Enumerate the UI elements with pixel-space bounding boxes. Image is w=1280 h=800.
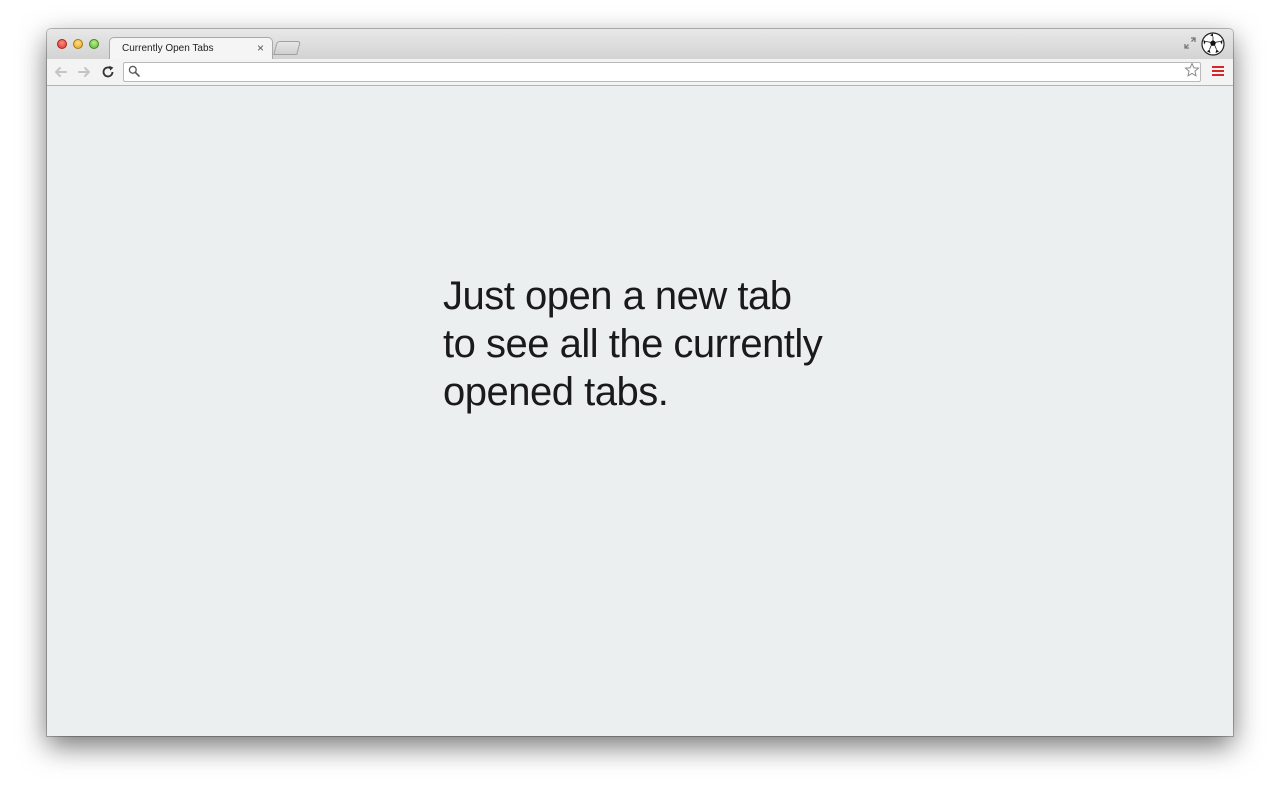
- hamburger-menu-icon[interactable]: [1211, 64, 1225, 78]
- browser-window: Currently Open Tabs × Just open a new ta…: [47, 29, 1233, 736]
- address-input[interactable]: [144, 64, 1174, 80]
- close-window-button[interactable]: [57, 39, 67, 49]
- browser-toolbar: [47, 59, 1233, 86]
- message-line: opened tabs.: [443, 370, 669, 414]
- new-tab-button[interactable]: [273, 41, 301, 55]
- message-line: Just open a new tab: [443, 274, 792, 318]
- soccer-ball-avatar-icon[interactable]: [1201, 32, 1225, 56]
- tab-close-icon[interactable]: ×: [257, 41, 264, 55]
- fullscreen-icon[interactable]: [1183, 36, 1197, 50]
- title-bar: Currently Open Tabs ×: [47, 29, 1233, 59]
- search-icon: [128, 65, 140, 77]
- tab-currently-open-tabs[interactable]: Currently Open Tabs ×: [109, 37, 273, 59]
- message-line: to see all the currently: [443, 322, 823, 366]
- back-arrow-icon[interactable]: [53, 64, 69, 80]
- reload-icon[interactable]: [100, 64, 116, 80]
- omnibox[interactable]: [123, 62, 1201, 82]
- zoom-window-button[interactable]: [89, 39, 99, 49]
- tab-title: Currently Open Tabs: [122, 43, 214, 54]
- empty-state-message: Just open a new tab to see all the curre…: [443, 272, 873, 416]
- star-icon[interactable]: [1184, 62, 1200, 78]
- forward-arrow-icon[interactable]: [76, 64, 92, 80]
- minimize-window-button[interactable]: [73, 39, 83, 49]
- page-content: Just open a new tab to see all the curre…: [47, 86, 1233, 736]
